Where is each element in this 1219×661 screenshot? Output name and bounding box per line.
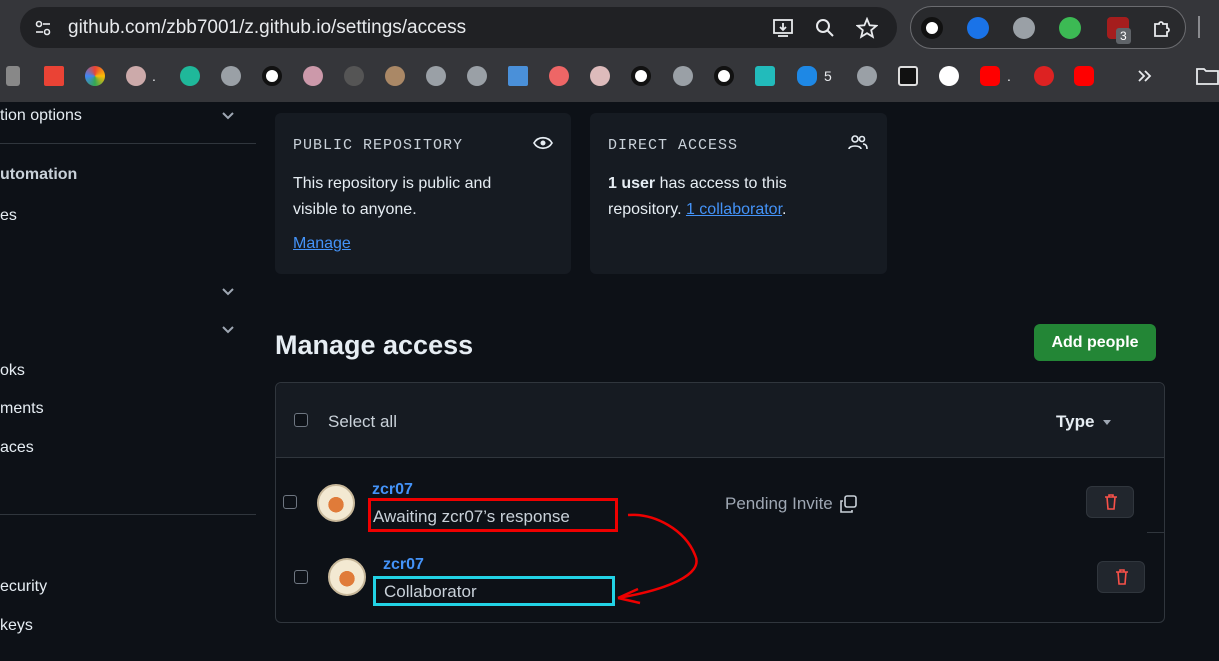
avatar: [317, 484, 355, 522]
row-divider: [1147, 532, 1165, 533]
period: .: [782, 201, 787, 218]
bookmark-photo-icon[interactable]: [303, 66, 323, 86]
page-title: Manage access: [275, 330, 474, 360]
folder-icon[interactable]: [1196, 66, 1219, 86]
bookmark-octopus-icon[interactable]: [1034, 66, 1054, 86]
bookmark-label[interactable]: .: [152, 68, 156, 84]
sidebar-item-webhooks[interactable]: oks: [0, 362, 25, 380]
youtube-icon[interactable]: [980, 66, 1000, 86]
bookmark-icon-1[interactable]: [6, 66, 20, 86]
sidebar-item-codespaces[interactable]: aces: [0, 439, 34, 457]
bookmark-teal-icon[interactable]: [755, 66, 775, 86]
people-icon: [848, 135, 868, 150]
github-icon-2[interactable]: [631, 66, 651, 86]
extension-spy-icon[interactable]: [1013, 17, 1035, 39]
eye-icon: [533, 136, 553, 150]
github-icon[interactable]: [262, 66, 282, 86]
avatar: [328, 558, 366, 596]
sidebar-item-deploy-keys[interactable]: keys: [0, 617, 33, 635]
card-description: 1 user has access to this repository. 1 …: [608, 171, 848, 223]
collaborator-link[interactable]: 1 collaborator: [686, 201, 782, 218]
remove-invite-button[interactable]: [1086, 486, 1134, 518]
chevron-down-icon[interactable]: [220, 286, 236, 298]
youtube-icon-2[interactable]: [1074, 66, 1094, 86]
sidebar-item-options[interactable]: tion options: [0, 107, 82, 125]
zoom-icon[interactable]: [814, 17, 836, 39]
triangle-down-icon[interactable]: [1102, 418, 1112, 426]
remove-collaborator-button[interactable]: [1097, 561, 1145, 593]
browser-chrome: github.com/zbb7001/z.github.io/settings/…: [0, 0, 1219, 102]
bookmark-red-icon[interactable]: [549, 66, 569, 86]
pending-invite-label: Pending Invite: [725, 494, 833, 513]
manage-link[interactable]: Manage: [293, 235, 351, 253]
row-checkbox[interactable]: [283, 495, 297, 509]
more-bookmarks-icon[interactable]: [1137, 68, 1153, 84]
username-link[interactable]: zcr07: [372, 481, 413, 499]
trash-icon: [1116, 569, 1128, 585]
add-people-button[interactable]: Add people: [1034, 324, 1156, 361]
toolbar-separator: [1198, 16, 1200, 38]
sidebar-heading-automation: utomation: [0, 166, 78, 183]
youtube-label[interactable]: .: [1007, 68, 1011, 84]
globe-icon-4[interactable]: [673, 66, 693, 86]
extension-globe-icon[interactable]: [1059, 17, 1081, 39]
hux-icon[interactable]: [508, 66, 528, 86]
github-dark-icon[interactable]: [344, 66, 364, 86]
onedrive-icon[interactable]: [797, 66, 817, 86]
chevron-down-icon[interactable]: [220, 324, 236, 336]
annotation-arrow: [617, 513, 698, 605]
globe-icon-5[interactable]: [857, 66, 877, 86]
card-description: This repository is public and visible to…: [293, 175, 492, 218]
public-repository-card: PUBLIC REPOSITORY This repository is pub…: [275, 113, 571, 274]
select-all-label[interactable]: Select all: [328, 412, 397, 432]
extension-badge: 3: [1116, 28, 1131, 44]
sidebar-item-security[interactable]: ecurity: [0, 578, 47, 596]
address-bar[interactable]: github.com/zbb7001/z.github.io/settings/…: [20, 7, 897, 48]
table-header: Select all Type: [276, 383, 1164, 458]
extension-circle-icon[interactable]: [921, 17, 943, 39]
url-text[interactable]: github.com/zbb7001/z.github.io/settings/…: [68, 17, 466, 39]
select-all-checkbox[interactable]: [294, 413, 308, 427]
install-app-icon[interactable]: [772, 17, 794, 39]
globe-icon[interactable]: [221, 66, 241, 86]
github-icon-3[interactable]: [714, 66, 734, 86]
username-link[interactable]: zcr07: [383, 556, 424, 574]
sidebar-item-rules[interactable]: es: [0, 207, 17, 225]
trash-icon: [1105, 494, 1117, 510]
user-count: 1 user: [608, 175, 656, 192]
direct-access-card: DIRECT ACCESS 1 user has access to this …: [590, 113, 887, 274]
sidebar-divider: [0, 143, 256, 144]
bookmark-photo2-icon[interactable]: [385, 66, 405, 86]
chatgpt-icon[interactable]: [939, 66, 959, 86]
extensions-puzzle-icon[interactable]: [1151, 17, 1173, 39]
card-title: PUBLIC REPOSITORY: [293, 137, 464, 154]
globe-icon-2[interactable]: [426, 66, 446, 86]
bookmark-snowflake-icon[interactable]: [898, 66, 918, 86]
photos-icon[interactable]: [85, 66, 105, 86]
sidebar-divider: [0, 514, 256, 515]
gmail-icon[interactable]: [44, 66, 64, 86]
extensions-bar: [910, 6, 1186, 49]
bookmark-avatar-icon[interactable]: [126, 66, 146, 86]
globe-icon-3[interactable]: [467, 66, 487, 86]
annotation-red-box: [368, 498, 618, 532]
row-divider: [276, 457, 1165, 458]
row-checkbox[interactable]: [294, 570, 308, 584]
bookmark-face-icon[interactable]: [590, 66, 610, 86]
annotation-cyan-box: [373, 576, 615, 606]
onedrive-count[interactable]: 5: [824, 68, 832, 84]
card-title: DIRECT ACCESS: [608, 137, 739, 154]
copy-icon[interactable]: [839, 495, 857, 513]
type-filter[interactable]: Type: [1056, 412, 1094, 432]
chevron-down-icon[interactable]: [220, 110, 236, 122]
extension-blue-triangle-icon[interactable]: [967, 17, 989, 39]
bookmark-star-icon[interactable]: [856, 17, 878, 39]
sidebar-item-environments[interactable]: ments: [0, 400, 44, 418]
site-info-icon[interactable]: [34, 19, 52, 37]
bookmark-p-icon[interactable]: [180, 66, 200, 86]
